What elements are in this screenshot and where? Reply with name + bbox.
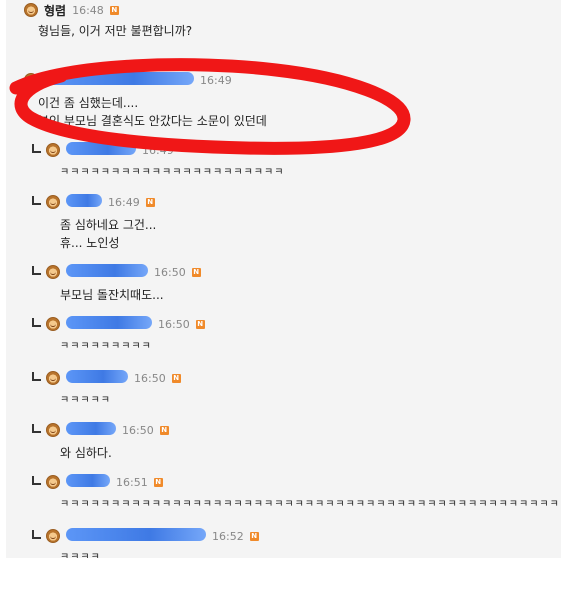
reply-arrow-icon (32, 265, 41, 275)
new-badge: N (195, 319, 205, 329)
comment-time: 16:50 (158, 317, 190, 331)
avatar[interactable] (46, 371, 60, 385)
new-badge: N (153, 477, 163, 487)
comment-time: 16:49 (108, 195, 140, 209)
comment-time: 16:50 (122, 423, 154, 437)
redacted-nickname (66, 528, 206, 541)
comment-text: 부모님 돌잔치때도... (60, 288, 164, 302)
comment-author[interactable] (44, 72, 194, 88)
comment-time: 16:49 (142, 143, 174, 157)
reply-arrow-icon (32, 475, 41, 485)
comment-text: ㅋㅋㅋㅋㅋㅋㅋㅋㅋㅋㅋㅋㅋㅋㅋㅋㅋㅋㅋㅋㅋㅋㅋㅋㅋㅋㅋㅋㅋㅋㅋㅋㅋㅋㅋㅋㅋㅋㅋㅋ… (60, 499, 561, 510)
redacted-nickname (66, 264, 148, 277)
redacted-nickname (66, 422, 116, 435)
redacted-nickname (44, 72, 194, 85)
reply-arrow-icon (32, 195, 41, 205)
comment-text: 와 심하다. (60, 446, 112, 460)
comment-text: ㅋㅋㅋㅋㅋ (60, 395, 111, 406)
comment-text: ㅋㅋㅋㅋㅋㅋㅋㅋㅋㅋㅋㅋㅋㅋㅋㅋㅋㅋㅋㅋㅋㅋ (60, 167, 285, 178)
avatar[interactable] (46, 475, 60, 489)
comment-text: 본인 부모님 결혼식도 안갔다는 소문이 있던데 (38, 114, 267, 128)
new-badge: N (145, 197, 155, 207)
comment-author[interactable]: 형렴 (44, 2, 66, 19)
comment-author[interactable] (66, 528, 206, 544)
avatar[interactable] (24, 73, 38, 87)
comment-author[interactable] (66, 264, 148, 280)
redacted-nickname (66, 142, 136, 155)
comment-author[interactable] (66, 422, 116, 438)
reply-arrow-icon (32, 529, 41, 539)
avatar[interactable] (46, 265, 60, 279)
reply-arrow-icon (32, 317, 41, 327)
new-badge: N (109, 5, 119, 15)
avatar[interactable] (46, 317, 60, 331)
comment-text: ㅋㅋㅋㅋㅋㅋㅋㅋㅋ (60, 341, 152, 352)
avatar[interactable] (46, 143, 60, 157)
avatar[interactable] (24, 3, 38, 17)
redacted-nickname (66, 316, 152, 329)
comment-time: 16:49 (200, 73, 232, 87)
redacted-nickname (66, 474, 110, 487)
comment-time: 16:50 (154, 265, 186, 279)
new-badge: N (159, 425, 169, 435)
comment-time: 16:52 (212, 529, 244, 543)
new-badge: N (191, 267, 201, 277)
avatar[interactable] (46, 423, 60, 437)
comment-text: ㅋㅋㅋㅋ (60, 552, 101, 558)
comment-text: 형님들, 이거 저만 불편합니까? (38, 24, 193, 38)
comment-author[interactable] (66, 316, 152, 332)
avatar[interactable] (46, 529, 60, 543)
comment-time: 16:51 (116, 475, 148, 489)
new-badge: N (171, 373, 181, 383)
comment-author[interactable] (66, 370, 128, 386)
comment-text: 좀 심하네요 그건... (60, 218, 157, 232)
comment-text: 이건 좀 심했는데.... (38, 96, 139, 110)
new-badge: N (249, 531, 259, 541)
comment-panel: 형렴 16:48 N 형님들, 이거 저만 불편합니까? 16:49 이건 좀 … (6, 0, 561, 558)
comment-time: 16:50 (134, 371, 166, 385)
redacted-nickname (66, 370, 128, 383)
comment-author[interactable] (66, 142, 136, 158)
reply-arrow-icon (32, 143, 41, 153)
redacted-nickname (66, 194, 102, 207)
reply-arrow-icon (32, 371, 41, 381)
comment-author[interactable] (66, 474, 110, 490)
comment-time: 16:48 (72, 3, 104, 17)
comment-text: 휴... 노인성 (60, 236, 120, 250)
avatar[interactable] (46, 195, 60, 209)
reply-arrow-icon (32, 423, 41, 433)
comment-author[interactable] (66, 194, 102, 210)
